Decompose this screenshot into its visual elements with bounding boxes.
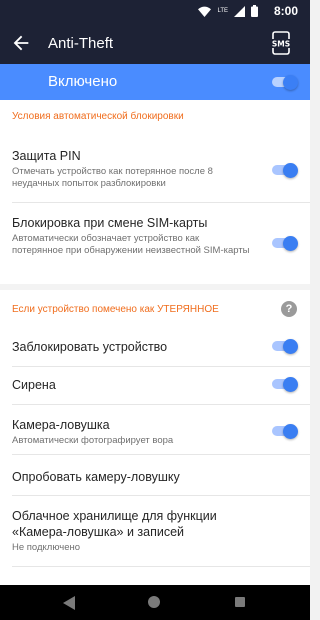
master-toggle[interactable] (272, 75, 298, 90)
nav-home-icon[interactable] (148, 596, 160, 608)
sim-change-lock-toggle[interactable] (272, 236, 298, 251)
svg-text:SMS: SMS (272, 40, 290, 49)
section-header: Условия автоматической блокировки (12, 111, 184, 122)
master-switch-label: Включено (48, 73, 118, 90)
battery-icon (251, 5, 258, 17)
status-bar: LTE 8:00 (0, 0, 310, 22)
divider (12, 495, 310, 496)
nav-recents-icon[interactable] (235, 597, 245, 607)
siren-toggle[interactable] (272, 377, 298, 392)
row-title: Камера-ловушка (12, 418, 110, 432)
divider (12, 366, 310, 367)
sms-command-icon[interactable]: SMS (270, 31, 292, 55)
thief-camera-toggle[interactable] (272, 424, 298, 439)
signal-icon (234, 5, 245, 17)
network-type: LTE (217, 8, 228, 14)
auto-lock-section: Условия автоматической блокировки Защита… (0, 100, 310, 284)
divider (12, 566, 310, 567)
row-title: Блокировка при смене SIM-карты (12, 216, 208, 230)
app-bar: Anti-Theft SMS (0, 22, 310, 64)
nav-back-icon[interactable] (63, 596, 75, 610)
screen: LTE 8:00 Anti-Theft SMS Включено Условия… (0, 0, 310, 620)
row-title: Защита PIN (12, 149, 81, 163)
row-title: Заблокировать устройство (12, 340, 168, 354)
divider (12, 202, 310, 203)
back-arrow-icon[interactable] (10, 32, 32, 54)
master-switch-row[interactable]: Включено (0, 64, 310, 100)
system-nav-bar (0, 585, 310, 620)
page-title: Anti-Theft (48, 35, 114, 52)
row-subtitle: Не подключено (12, 542, 81, 553)
row-subtitle: Отмечать устройство как потерянное после… (12, 166, 213, 189)
section-header: Если устройство помечено как УТЕРЯННОЕ (12, 304, 219, 315)
clock: 8:00 (273, 4, 298, 18)
row-title: Сирена (12, 378, 56, 392)
row-title: Опробовать камеру-ловушку (12, 470, 180, 484)
row-subtitle: Автоматически обозначает устройство как … (12, 233, 250, 256)
pin-protection-toggle[interactable] (272, 163, 298, 178)
divider (12, 454, 310, 455)
status-icons: LTE (198, 5, 258, 17)
row-title: Облачное хранилище для функции «Камера-л… (12, 509, 217, 539)
help-icon[interactable]: ? (281, 301, 297, 317)
divider (12, 404, 310, 405)
wifi-icon (198, 6, 212, 17)
row-subtitle: Автоматически фотографирует вора (12, 435, 174, 446)
lock-device-toggle[interactable] (272, 339, 298, 354)
lost-device-section: Если устройство помечено как УТЕРЯННОЕ ?… (0, 290, 310, 585)
